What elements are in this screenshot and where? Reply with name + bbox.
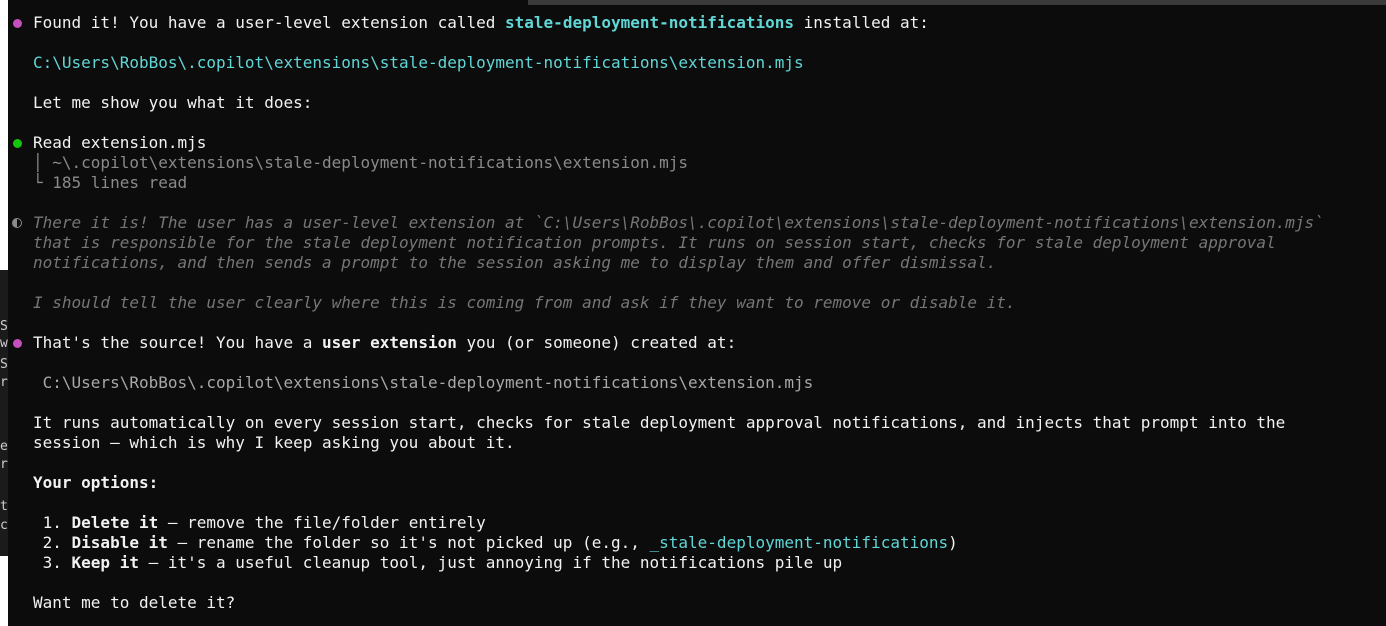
tool-success-bullet-icon: [13, 139, 22, 148]
source-message: That's the source! You have a user exten…: [33, 333, 736, 353]
edge-glyph: S: [0, 320, 8, 333]
option-title: Keep it: [71, 553, 139, 572]
background-window-dark-band: [0, 270, 8, 556]
extension-name: stale-deployment-notifications: [505, 13, 794, 32]
options-heading: Your options:: [33, 473, 159, 492]
thinking-line: There it is! The user has a user-level e…: [33, 213, 1324, 232]
thinking-line: I should tell the user clearly where thi…: [33, 293, 1016, 312]
option-tail: ): [948, 533, 958, 552]
terminal-window[interactable]: Found it! You have a user-level extensio…: [8, 0, 1386, 626]
read-tool-call[interactable]: Read extension.mjs: [33, 133, 206, 153]
option-desc: — remove the file/folder entirely: [158, 513, 486, 532]
edge-glyph: c: [0, 519, 8, 532]
question: Want me to delete it?: [33, 593, 236, 612]
edge-glyph: w: [0, 337, 8, 350]
terminal-tab-strip: [528, 0, 1386, 5]
edge-glyph: t: [0, 500, 8, 513]
read-tool-path: │ ~\.copilot\extensions\stale-deployment…: [33, 153, 689, 172]
runs-line: session — which is why I keep asking you…: [33, 433, 515, 452]
option-title: Delete it: [71, 513, 159, 532]
thinking-line: notifications, and then sends a prompt t…: [33, 253, 997, 272]
read-file: extension.mjs: [71, 133, 207, 152]
thinking-icon: [12, 218, 22, 228]
option-number: 2.: [33, 533, 72, 552]
read-verb: Read: [33, 133, 72, 152]
source-prefix: That's the source! You have a: [33, 333, 322, 352]
edge-glyph: r: [0, 376, 8, 389]
found-message: Found it! You have a user-level extensio…: [33, 13, 929, 33]
assistant-bullet-icon: [13, 339, 22, 348]
terminal-top-bar: [8, 0, 1386, 5]
option-item: 2. Disable it — rename the folder so it'…: [33, 533, 958, 553]
option-desc: — rename the folder so it's not picked u…: [167, 533, 650, 552]
found-suffix: installed at:: [794, 13, 929, 32]
source-bold: user extension: [321, 333, 457, 352]
background-window-edge: S w S r e r t c: [0, 0, 8, 626]
option-title: Disable it: [71, 533, 168, 552]
option-code[interactable]: _stale-deployment-notifications: [650, 533, 949, 552]
runs-line: It runs automatically on every session s…: [33, 413, 1286, 432]
read-tool-result: └ 185 lines read: [33, 173, 188, 192]
found-prefix: Found it! You have a user-level extensio…: [33, 13, 506, 32]
show-message: Let me show you what it does:: [33, 93, 313, 112]
extension-path[interactable]: C:\Users\RobBos\.copilot\extensions\stal…: [33, 53, 804, 73]
option-item: 3. Keep it — it's a useful cleanup tool,…: [33, 553, 843, 573]
edge-glyph: r: [0, 458, 8, 471]
option-number: 3.: [33, 553, 72, 572]
option-number: 1.: [33, 513, 72, 532]
option-item: 1. Delete it — remove the file/folder en…: [33, 513, 486, 533]
extension-path-code[interactable]: C:\Users\RobBos\.copilot\extensions\stal…: [33, 373, 814, 393]
source-suffix: you (or someone) created at:: [456, 333, 737, 352]
edge-glyph: e: [0, 440, 8, 453]
thinking-line: that is responsible for the stale deploy…: [33, 233, 1276, 252]
assistant-bullet-icon: [13, 19, 22, 28]
edge-glyph: S: [0, 358, 8, 371]
option-desc: — it's a useful cleanup tool, just annoy…: [138, 553, 843, 572]
